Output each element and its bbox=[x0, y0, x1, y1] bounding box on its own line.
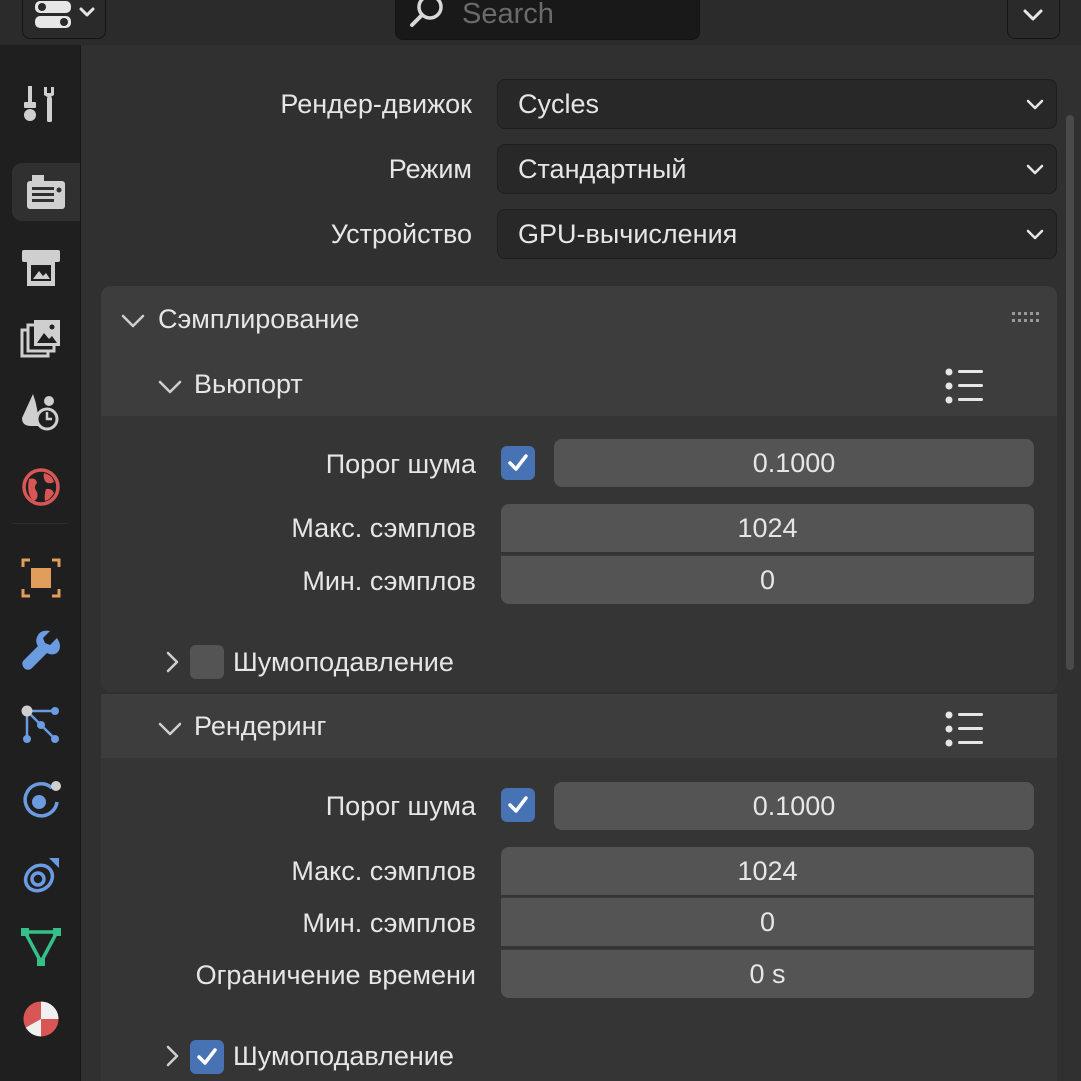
mesh-data-icon bbox=[21, 928, 61, 966]
render-min-samples-field[interactable]: 0 bbox=[501, 897, 1034, 946]
render-noise-threshold-field[interactable]: 0.1000 bbox=[554, 782, 1034, 830]
chevron-down-icon bbox=[1026, 229, 1044, 240]
viewport-noise-threshold-checkbox[interactable] bbox=[501, 446, 535, 480]
viewport-title: Вьюпорт bbox=[194, 369, 303, 399]
render-engine-label: Рендер-движок bbox=[280, 89, 472, 119]
render-noise-threshold-checkbox[interactable] bbox=[501, 788, 535, 822]
world-tab[interactable] bbox=[12, 458, 70, 516]
checkmark-icon bbox=[508, 454, 528, 471]
tool-icon bbox=[24, 86, 54, 122]
viewport-denoise-label: Шумоподавление bbox=[233, 647, 454, 677]
scene-icon bbox=[22, 394, 59, 431]
device-label: Устройство bbox=[330, 219, 472, 249]
device-value: GPU-вычисления bbox=[518, 219, 738, 249]
constraint-icon bbox=[23, 858, 59, 893]
chevron-down-icon bbox=[158, 380, 182, 394]
editor-type-button[interactable] bbox=[22, 0, 106, 39]
constraints-tab[interactable] bbox=[12, 845, 70, 903]
viewport-noise-threshold-label: Порог шума bbox=[325, 449, 476, 479]
render-max-samples-label: Макс. сэмплов bbox=[291, 856, 476, 886]
render-engine-value: Cycles bbox=[518, 89, 600, 119]
chevron-down-icon bbox=[1026, 99, 1044, 110]
presets-list-icon[interactable] bbox=[943, 367, 985, 405]
material-icon bbox=[22, 1000, 60, 1038]
sampling-title: Сэмплирование bbox=[158, 304, 360, 334]
object-icon bbox=[21, 558, 61, 598]
viewport-min-samples-field[interactable]: 0 bbox=[501, 555, 1034, 604]
physics-tab[interactable] bbox=[12, 771, 70, 829]
render-noise-threshold-label: Порог шума bbox=[325, 791, 476, 821]
wrench-icon bbox=[22, 630, 60, 670]
chevron-right-icon[interactable] bbox=[160, 648, 184, 676]
render-tab[interactable] bbox=[12, 163, 80, 221]
chevron-down-icon bbox=[121, 314, 145, 328]
view-layer-icon bbox=[20, 320, 60, 358]
mode-label: Режим bbox=[388, 154, 472, 184]
render-time-limit-label: Ограничение времени bbox=[195, 960, 476, 990]
view-layer-tab[interactable] bbox=[12, 310, 70, 368]
render-denoise-label: Шумоподавление bbox=[233, 1041, 454, 1071]
chevron-down-icon bbox=[158, 722, 182, 736]
viewport-denoise-checkbox[interactable] bbox=[190, 645, 224, 679]
tool-tab[interactable] bbox=[12, 75, 70, 133]
scrollbar[interactable] bbox=[1066, 115, 1074, 670]
options-dropdown-button[interactable] bbox=[1007, 0, 1060, 39]
modifier-tab[interactable] bbox=[12, 622, 70, 680]
viewport-noise-threshold-field[interactable]: 0.1000 bbox=[554, 439, 1034, 487]
particles-icon bbox=[21, 705, 59, 743]
physics-icon bbox=[23, 781, 61, 818]
chevron-down-icon bbox=[1026, 164, 1044, 175]
viewport-min-samples-label: Мин. сэмплов bbox=[302, 566, 476, 596]
search-placeholder: Search bbox=[462, 0, 554, 30]
render-max-samples-field[interactable]: 1024 bbox=[501, 847, 1034, 895]
render-icon bbox=[27, 175, 65, 209]
checkmark-icon bbox=[508, 796, 528, 813]
particles-tab[interactable] bbox=[12, 696, 70, 754]
render-engine-dropdown[interactable]: Cycles bbox=[497, 79, 1057, 129]
chevron-right-icon[interactable] bbox=[160, 1042, 184, 1070]
viewport-max-samples-field[interactable]: 1024 bbox=[501, 504, 1034, 552]
checkmark-icon bbox=[197, 1048, 217, 1065]
properties-editor-icon bbox=[35, 1, 95, 28]
object-tab[interactable] bbox=[12, 549, 70, 607]
mode-dropdown[interactable]: Стандартный bbox=[497, 144, 1057, 194]
render-denoise-checkbox[interactable] bbox=[190, 1040, 224, 1074]
data-tab[interactable] bbox=[12, 917, 70, 975]
properties-tab-bar bbox=[0, 45, 81, 1081]
world-icon bbox=[22, 468, 60, 506]
render-title: Рендеринг bbox=[194, 711, 327, 741]
drag-handle-icon[interactable] bbox=[1010, 310, 1042, 326]
device-dropdown[interactable]: GPU-вычисления bbox=[497, 209, 1057, 259]
material-tab[interactable] bbox=[12, 990, 70, 1048]
scene-tab[interactable] bbox=[12, 383, 70, 441]
render-time-limit-field[interactable]: 0 s bbox=[501, 949, 1034, 998]
presets-list-icon[interactable] bbox=[943, 710, 985, 748]
render-min-samples-label: Мин. сэмплов bbox=[302, 908, 476, 938]
viewport-max-samples-label: Макс. сэмплов bbox=[291, 513, 476, 543]
mode-value: Стандартный bbox=[518, 154, 687, 184]
chevron-down-icon bbox=[1023, 9, 1043, 21]
output-icon bbox=[22, 250, 60, 286]
output-tab[interactable] bbox=[12, 239, 70, 297]
search-icon bbox=[410, 0, 443, 27]
